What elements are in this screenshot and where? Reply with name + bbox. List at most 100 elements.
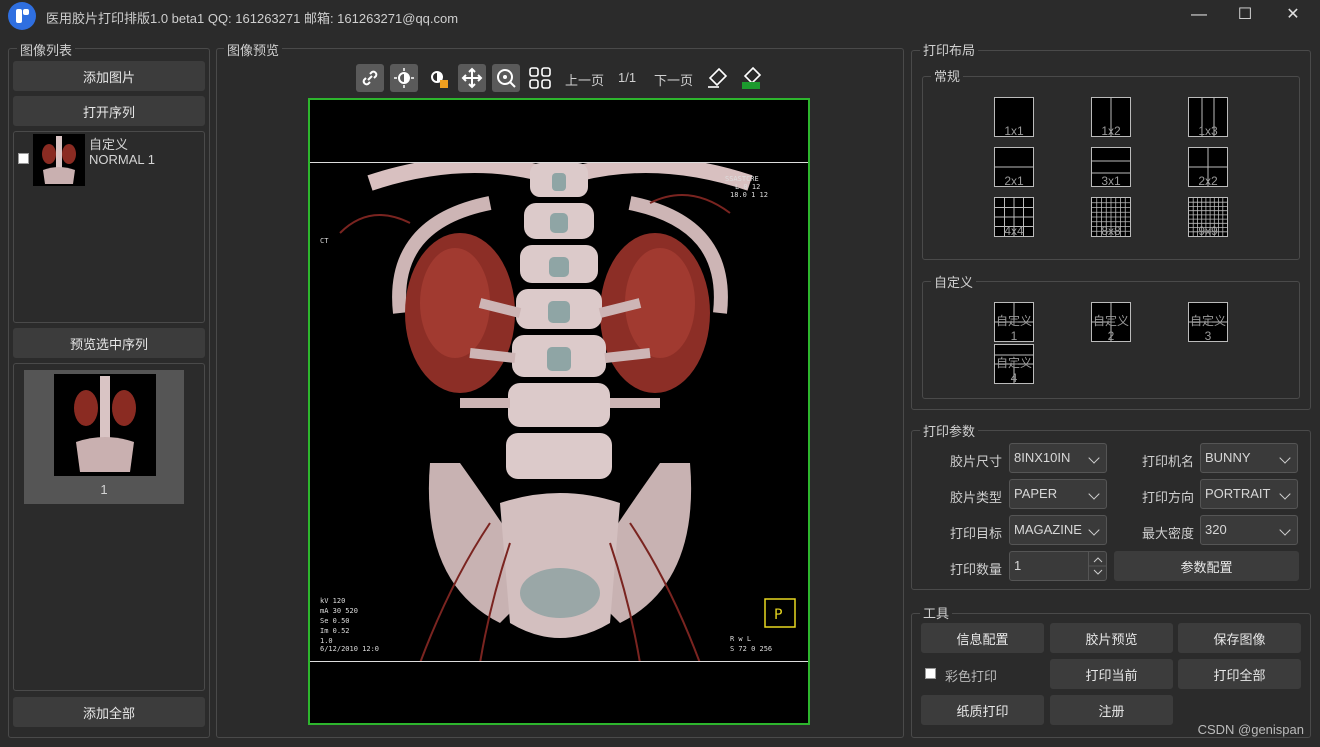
- grid-icon[interactable]: [526, 64, 554, 92]
- pan-icon[interactable]: [458, 64, 486, 92]
- layout-custom-1-label: 自定义1: [995, 314, 1032, 343]
- chevron-down-icon: [1088, 452, 1100, 464]
- close-button[interactable]: ✕: [1270, 0, 1316, 32]
- svg-text:SSASTCRE: SSASTCRE: [725, 175, 759, 183]
- series-thumbnail[interactable]: [33, 134, 85, 186]
- window-level-icon[interactable]: [424, 64, 452, 92]
- print-params-title: 打印参数: [920, 421, 979, 440]
- copies-spinbox[interactable]: 1: [1009, 551, 1107, 581]
- film-type-label: 胶片类型: [949, 490, 1002, 505]
- print-layout-title: 打印布局: [920, 40, 979, 59]
- printer-value: BUNNY: [1205, 450, 1251, 465]
- print-target-select[interactable]: MAGAZINE: [1009, 515, 1107, 545]
- spin-arrows[interactable]: [1088, 552, 1107, 580]
- layout-custom-2[interactable]: 自定义2: [1091, 302, 1131, 343]
- layout-2x2[interactable]: 2x2: [1188, 147, 1228, 188]
- layout-custom-3-label: 自定义3: [1189, 314, 1226, 343]
- title-bar: 医用胶片打印排版1.0 beta1 QQ: 161263271 邮箱: 1612…: [0, 0, 1320, 32]
- color-print-checkbox[interactable]: [925, 668, 936, 679]
- svg-text:S 72 0 256: S 72 0 256: [730, 645, 772, 653]
- layout-4x4-label: 4x4: [1004, 224, 1024, 238]
- param-config-button[interactable]: 参数配置: [1114, 551, 1299, 581]
- window-title: 医用胶片打印排版1.0 beta1 QQ: 161263271 邮箱: 1612…: [46, 11, 459, 26]
- layout-1x2-label: 1x2: [1101, 124, 1121, 138]
- add-all-button[interactable]: 添加全部: [13, 697, 205, 727]
- register-button[interactable]: 注册: [1050, 695, 1173, 725]
- custom-layouts-title: 自定义: [931, 272, 977, 291]
- film-preview-canvas[interactable]: CT SSASTCRE L 0 12 18.0 1 12 kV 120 mA 3…: [308, 98, 810, 725]
- spine-thumbnail-image: [74, 376, 136, 472]
- svg-text:kV 120: kV 120: [320, 597, 345, 605]
- max-density-value: 320: [1205, 522, 1227, 537]
- image-list-title: 图像列表: [17, 40, 76, 59]
- series-item-checkbox[interactable]: [18, 153, 29, 164]
- print-all-button[interactable]: 打印全部: [1178, 659, 1301, 689]
- link-icon[interactable]: [356, 64, 384, 92]
- svg-text:P: P: [774, 607, 782, 623]
- max-density-label: 最大密度: [1141, 526, 1194, 541]
- layout-3x1-label: 3x1: [1101, 174, 1121, 188]
- orientation-value: PORTRAIT: [1205, 486, 1271, 501]
- series-item-name: 自定义: [89, 137, 129, 152]
- ct-image-cell[interactable]: CT SSASTCRE L 0 12 18.0 1 12 kV 120 mA 3…: [310, 162, 808, 662]
- add-image-button[interactable]: 添加图片: [13, 61, 205, 91]
- film-preview-button[interactable]: 胶片预览: [1050, 623, 1173, 653]
- layout-1x3[interactable]: 1x3: [1188, 97, 1228, 138]
- layout-9x9-label: 9x9: [1198, 224, 1218, 238]
- film-type-select[interactable]: PAPER: [1009, 479, 1107, 509]
- open-series-button[interactable]: 打开序列: [13, 96, 205, 126]
- printer-label: 打印机名: [1141, 454, 1194, 469]
- svg-text:6/12/2010 12:0: 6/12/2010 12:0: [320, 645, 379, 653]
- brightness-icon[interactable]: [390, 64, 418, 92]
- copies-value: 1: [1014, 558, 1022, 573]
- layout-custom-1[interactable]: 自定义1: [994, 302, 1034, 343]
- minimize-button[interactable]: —: [1176, 0, 1222, 32]
- preview-selected-series-button[interactable]: 预览选中序列: [13, 328, 205, 358]
- zoom-icon[interactable]: [492, 64, 520, 92]
- layout-8x8[interactable]: 8x8: [1091, 197, 1131, 238]
- svg-text:mA 30 520: mA 30 520: [320, 607, 358, 615]
- save-image-button[interactable]: 保存图像: [1178, 623, 1301, 653]
- print-current-button[interactable]: 打印当前: [1050, 659, 1173, 689]
- thumbnail-tile[interactable]: 1: [24, 370, 184, 504]
- page-indicator: 1/1: [618, 70, 637, 85]
- thumbnail-caption: 1: [100, 482, 108, 497]
- paper-print-button[interactable]: 纸质打印: [921, 695, 1044, 725]
- chevron-down-icon: [1088, 488, 1100, 500]
- layout-3x1[interactable]: 3x1: [1091, 147, 1131, 188]
- ct-volume-render-image: CT SSASTCRE L 0 12 18.0 1 12 kV 120 mA 3…: [310, 163, 808, 661]
- layout-4x4[interactable]: 4x4: [994, 197, 1034, 238]
- maximize-button[interactable]: ☐: [1222, 0, 1268, 32]
- prev-page-button[interactable]: 上一页: [565, 70, 604, 89]
- layout-custom-3[interactable]: 自定义3: [1188, 302, 1228, 343]
- color-print-label: 彩色打印: [945, 669, 998, 684]
- film-type-value: PAPER: [1014, 486, 1058, 501]
- orientation-select[interactable]: PORTRAIT: [1200, 479, 1298, 509]
- spine-thumb-image: [42, 136, 76, 184]
- eraser-all-icon[interactable]: [737, 64, 765, 92]
- svg-text:Im 0.52: Im 0.52: [320, 627, 350, 635]
- eraser-icon[interactable]: [703, 64, 731, 92]
- chevron-down-icon: [1279, 488, 1291, 500]
- regular-layouts-title: 常规: [931, 66, 964, 85]
- printer-select[interactable]: BUNNY: [1200, 443, 1298, 473]
- image-preview-title: 图像预览: [224, 40, 283, 59]
- spin-up-down-icon: [1089, 557, 1107, 575]
- svg-text:18.0 1 12: 18.0 1 12: [730, 191, 768, 199]
- layout-1x2[interactable]: 1x2: [1091, 97, 1131, 138]
- info-config-button[interactable]: 信息配置: [921, 623, 1044, 653]
- svg-text:Se 0.50: Se 0.50: [320, 617, 350, 625]
- svg-text:CT: CT: [320, 237, 329, 245]
- layout-2x2-label: 2x2: [1198, 174, 1218, 188]
- film-size-select[interactable]: 8INX10IN: [1009, 443, 1107, 473]
- layout-1x1[interactable]: 1x1: [994, 97, 1034, 138]
- layout-2x1[interactable]: 2x1: [994, 147, 1034, 188]
- print-target-value: MAGAZINE: [1014, 522, 1082, 537]
- copies-label: 打印数量: [949, 562, 1002, 577]
- layout-9x9[interactable]: 9x9: [1188, 197, 1228, 238]
- layout-custom-4[interactable]: 自定义4: [994, 344, 1034, 385]
- layout-8x8-label: 8x8: [1101, 224, 1121, 238]
- max-density-select[interactable]: 320: [1200, 515, 1298, 545]
- next-page-button[interactable]: 下一页: [654, 70, 693, 89]
- print-target-label: 打印目标: [949, 526, 1002, 541]
